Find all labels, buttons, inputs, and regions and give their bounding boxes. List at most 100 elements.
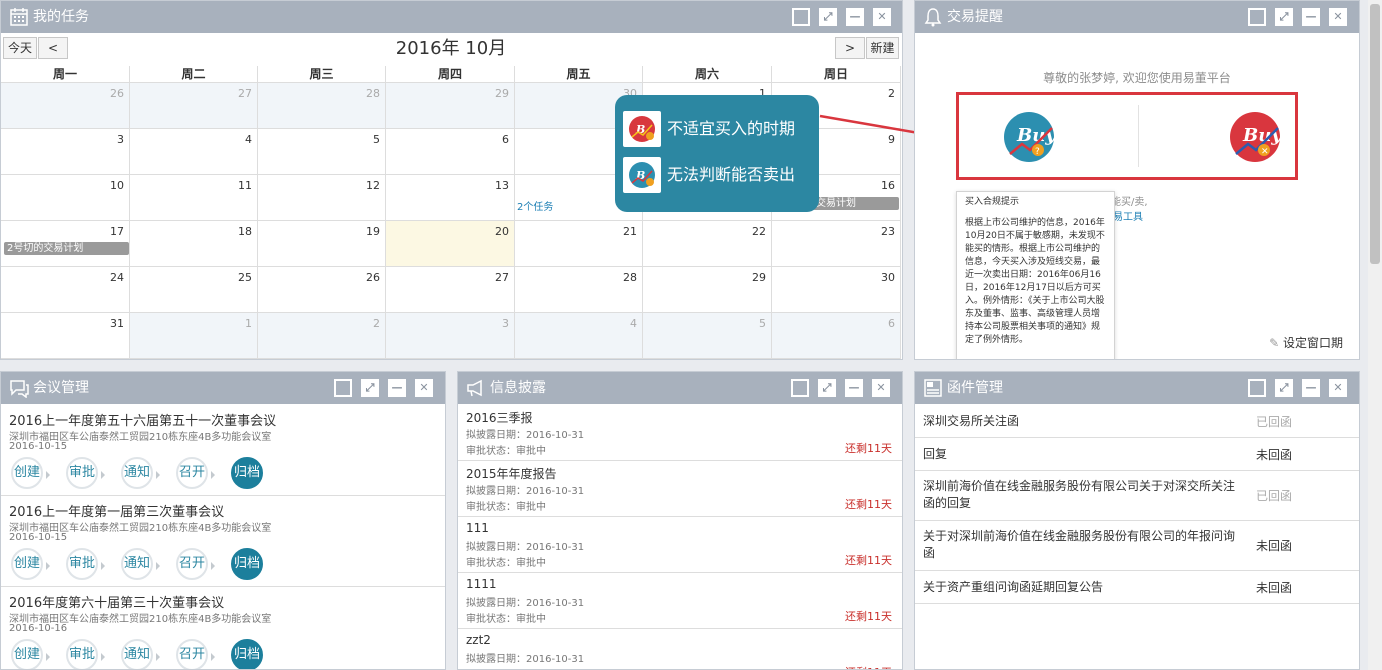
letter-item[interactable]: 关于资产重组问询函延期回复公告 未回函 bbox=[915, 571, 1359, 604]
calendar-day-cell[interactable]: 2 bbox=[258, 313, 386, 359]
disclosure-item[interactable]: 1111 拟披露日期：2016-10-31 审批状态：审批中 还剩11天 bbox=[458, 573, 902, 629]
calendar-day-cell[interactable]: 21 bbox=[515, 221, 643, 267]
calendar-day-cell[interactable]: 26 bbox=[258, 267, 386, 313]
calendar-day-cell[interactable]: 28 bbox=[515, 267, 643, 313]
meeting-step-button[interactable]: 召开 bbox=[176, 548, 215, 580]
checkbox-icon[interactable] bbox=[1248, 8, 1266, 26]
calendar-day-cell[interactable]: 28 bbox=[258, 83, 386, 129]
disclosure-status: 审批状态：审批中 bbox=[466, 614, 546, 625]
close-icon[interactable]: ✕ bbox=[1329, 379, 1347, 397]
day-number: 2 bbox=[888, 87, 895, 100]
calendar-day-cell[interactable]: 4 bbox=[515, 313, 643, 359]
close-icon[interactable]: ✕ bbox=[1329, 8, 1347, 26]
calendar-day-cell[interactable]: 11 bbox=[130, 175, 258, 221]
meeting-step-button[interactable]: 审批 bbox=[66, 457, 105, 489]
calendar-day-cell[interactable]: 18 bbox=[130, 221, 258, 267]
buy-undetermined-status-icon[interactable]: Buy✕ bbox=[1226, 110, 1284, 164]
calendar-day-cell[interactable]: 24 bbox=[1, 267, 130, 313]
minimize-icon[interactable]: — bbox=[1302, 379, 1320, 397]
calendar-day-cell[interactable]: 30 bbox=[772, 267, 901, 313]
letter-item[interactable]: 深圳前海价值在线金融服务股份有限公司关于对深交所关注函的回复 已回函 bbox=[915, 471, 1359, 521]
letter-item[interactable]: 关于对深圳前海价值在线金融服务股份有限公司的年报问询函 未回函 bbox=[915, 521, 1359, 571]
refresh-icon[interactable]: ⤢ bbox=[1275, 8, 1293, 26]
close-icon[interactable]: ✕ bbox=[872, 379, 890, 397]
calendar-day-cell[interactable]: 22 bbox=[643, 221, 772, 267]
refresh-icon[interactable]: ⤢ bbox=[818, 379, 836, 397]
hint-line-1: 能买/卖, bbox=[1111, 197, 1148, 208]
calendar-day-cell[interactable]: 27 bbox=[386, 267, 515, 313]
meeting-step-button[interactable]: 审批 bbox=[66, 639, 105, 669]
calendar-day-cell[interactable]: 23 bbox=[772, 221, 901, 267]
calendar-day-cell[interactable]: 25 bbox=[130, 267, 258, 313]
trade-plan-event[interactable]: 交易计划 bbox=[813, 197, 899, 210]
hint-line-2[interactable]: 易工具 bbox=[1113, 208, 1143, 223]
calendar-day-cell[interactable]: 3 bbox=[386, 313, 515, 359]
next-month-button[interactable]: > bbox=[835, 37, 865, 59]
minimize-icon[interactable]: — bbox=[1302, 8, 1320, 26]
calendar-day-cell[interactable]: 10 bbox=[1, 175, 130, 221]
meeting-step-button[interactable]: 创建 bbox=[11, 639, 50, 669]
refresh-icon[interactable]: ⤢ bbox=[361, 379, 379, 397]
calendar-day-cell[interactable]: 29 bbox=[643, 267, 772, 313]
meeting-step-button[interactable]: 审批 bbox=[66, 548, 105, 580]
meeting-step-button[interactable]: 归档 bbox=[231, 548, 263, 580]
disclosure-item[interactable]: 2016三季报 拟披露日期：2016-10-31 审批状态：审批中 还剩11天 bbox=[458, 405, 902, 461]
meeting-step-button[interactable]: 通知 bbox=[121, 639, 160, 669]
checkbox-icon[interactable] bbox=[334, 379, 352, 397]
disclosure-item[interactable]: 111 拟披露日期：2016-10-31 审批状态：审批中 还剩11天 bbox=[458, 517, 902, 573]
meeting-step-button[interactable]: 通知 bbox=[121, 548, 160, 580]
refresh-icon[interactable]: ⤢ bbox=[819, 8, 837, 26]
meeting-step-button[interactable]: 召开 bbox=[176, 639, 215, 669]
meeting-step-button[interactable]: 归档 bbox=[231, 457, 263, 489]
minimize-icon[interactable]: — bbox=[846, 8, 864, 26]
minimize-icon[interactable]: — bbox=[388, 379, 406, 397]
page-scrollbar[interactable] bbox=[1368, 0, 1382, 670]
calendar-day-cell[interactable]: 27 bbox=[130, 83, 258, 129]
letter-title: 深圳交易所关注函 bbox=[923, 414, 1020, 428]
disclosure-item[interactable]: zzt2 拟披露日期：2016-10-31审批状态：审批中 还剩11天 bbox=[458, 629, 902, 669]
letter-item[interactable]: 回复 未回函 bbox=[915, 438, 1359, 471]
calendar-day-cell[interactable]: 5 bbox=[643, 313, 772, 359]
task-count-link[interactable]: 2个任务 bbox=[517, 198, 553, 213]
calendar-day-cell[interactable]: 5 bbox=[258, 129, 386, 175]
trade-plan-event[interactable]: 2号切的交易计划 bbox=[4, 242, 129, 255]
checkbox-icon[interactable] bbox=[791, 379, 809, 397]
scrollbar-thumb[interactable] bbox=[1370, 4, 1380, 264]
close-icon[interactable]: ✕ bbox=[873, 8, 891, 26]
calendar-day-cell[interactable]: 12 bbox=[258, 175, 386, 221]
calendar-day-cell[interactable]: 19 bbox=[258, 221, 386, 267]
letter-item[interactable]: 深圳交易所关注函 已回函 bbox=[915, 405, 1359, 438]
checkbox-icon[interactable] bbox=[792, 8, 810, 26]
calendar-day-cell[interactable]: 3 bbox=[1, 129, 130, 175]
days-remaining: 还剩11天 bbox=[845, 664, 892, 669]
calendar-day-cell[interactable]: 4 bbox=[130, 129, 258, 175]
today-button[interactable]: 今天 bbox=[3, 37, 37, 59]
calendar-day-cell[interactable]: 6 bbox=[772, 313, 901, 359]
buy-unsuitable-status-icon[interactable]: Buy? bbox=[1000, 110, 1058, 164]
disclosure-item[interactable]: 2015年年度报告 拟披露日期：2016-10-31 审批状态：审批中 还剩11天 bbox=[458, 461, 902, 517]
refresh-icon[interactable]: ⤢ bbox=[1275, 379, 1293, 397]
calendar-day-cell[interactable]: 13 bbox=[386, 175, 515, 221]
meeting-item[interactable]: 2016上一年度第五十六届第五十一次董事会议 深圳市福田区车公庙泰然工贸园210栋… bbox=[1, 405, 445, 496]
meeting-step-button[interactable]: 创建 bbox=[11, 457, 50, 489]
meeting-step-button[interactable]: 召开 bbox=[176, 457, 215, 489]
minimize-icon[interactable]: — bbox=[845, 379, 863, 397]
window-settings-link[interactable]: ✎ 设定窗口期 bbox=[1269, 334, 1343, 351]
calendar-day-cell[interactable]: 29 bbox=[386, 83, 515, 129]
meeting-item[interactable]: 2016年度第六十届第三十次董事会议 深圳市福田区车公庙泰然工贸园210栋东座4B… bbox=[1, 587, 445, 669]
document-icon bbox=[924, 379, 942, 397]
close-icon[interactable]: ✕ bbox=[415, 379, 433, 397]
calendar-day-cell[interactable]: 1 bbox=[130, 313, 258, 359]
calendar-day-cell[interactable]: 6 bbox=[386, 129, 515, 175]
calendar-day-cell[interactable]: 20 bbox=[386, 221, 515, 267]
meeting-step-button[interactable]: 创建 bbox=[11, 548, 50, 580]
meeting-item[interactable]: 2016上一年度第一届第三次董事会议 深圳市福田区车公庙泰然工贸园210栋东座4B… bbox=[1, 496, 445, 587]
letter-title: 回复 bbox=[923, 447, 948, 461]
prev-month-button[interactable]: < bbox=[38, 37, 68, 59]
meeting-step-button[interactable]: 归档 bbox=[231, 639, 263, 669]
new-task-button[interactable]: 新建 bbox=[866, 37, 899, 59]
checkbox-icon[interactable] bbox=[1248, 379, 1266, 397]
meeting-step-button[interactable]: 通知 bbox=[121, 457, 160, 489]
calendar-day-cell[interactable]: 31 bbox=[1, 313, 130, 359]
calendar-day-cell[interactable]: 26 bbox=[1, 83, 130, 129]
